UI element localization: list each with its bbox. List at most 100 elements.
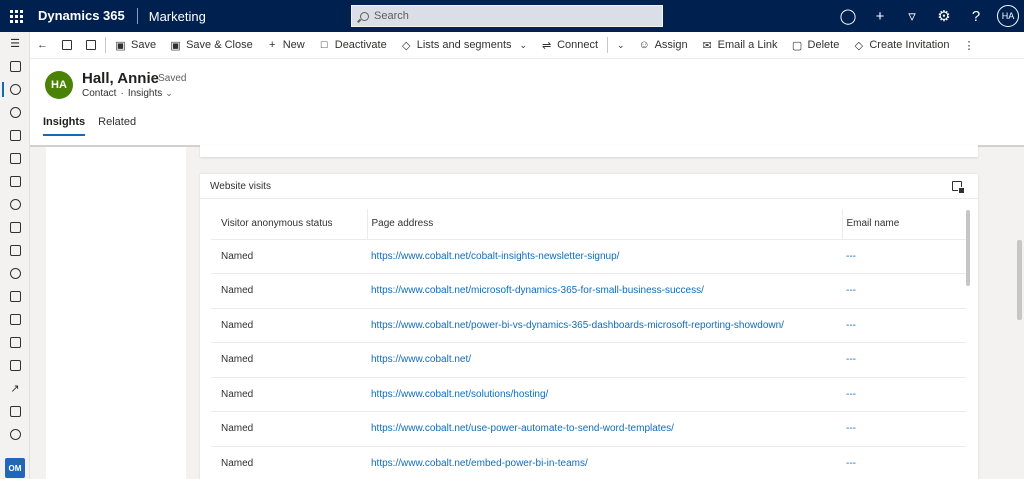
tag-icon[interactable] (0, 423, 30, 446)
cell-status: Named (211, 411, 367, 447)
search-icon (360, 11, 369, 21)
record-name: Hall, Annie (82, 70, 159, 87)
cell-email[interactable]: --- (842, 411, 966, 447)
save-close-button[interactable]: ▣ Save & Close (163, 32, 260, 59)
assign-button[interactable]: ☺ Assign (632, 32, 695, 59)
column-header-status[interactable]: Visitor anonymous status (211, 209, 367, 240)
cell-page-link[interactable]: https://www.cobalt.net/use-power-automat… (367, 411, 842, 447)
form-view-icon[interactable] (55, 32, 79, 59)
table-row[interactable]: Named https://www.cobalt.net/microsoft-d… (211, 273, 966, 309)
create-invitation-button[interactable]: ◇ Create Invitation (846, 32, 956, 59)
cell-email[interactable]: --- (842, 342, 966, 378)
cell-status: Named (211, 377, 367, 412)
plus-icon[interactable]: + (864, 0, 896, 32)
cell-email[interactable]: --- (842, 308, 966, 343)
chevron-down-icon: ⌄ (519, 39, 528, 50)
table-row[interactable]: Named https://www.cobalt.net/use-power-a… (211, 411, 966, 447)
connect-button[interactable]: ⇌ Connect (534, 32, 605, 59)
cell-email[interactable]: --- (842, 273, 966, 309)
record-meta: Contact · Insights ⌄ (82, 88, 173, 99)
website-visits-card: Website visits Visitor anonymous status … (200, 174, 978, 479)
tab-related[interactable]: Related (98, 116, 136, 136)
accounts-icon[interactable] (0, 101, 30, 124)
megaphone-icon[interactable] (0, 147, 30, 170)
form-selector[interactable]: Insights (128, 88, 162, 99)
plus-icon: + (269, 39, 276, 51)
cell-page-link[interactable]: https://www.cobalt.net/power-bi-vs-dynam… (367, 308, 842, 343)
cell-email[interactable]: --- (842, 239, 966, 274)
email-link-button[interactable]: ✉ Email a Link (695, 32, 785, 59)
page-scrollbar[interactable] (1017, 240, 1022, 320)
calendar-icon[interactable] (0, 216, 30, 239)
hamburger-icon[interactable]: ☰ (0, 32, 30, 55)
cell-email[interactable]: --- (842, 377, 966, 412)
tag-icon: ◇ (402, 39, 411, 52)
recent-icon[interactable] (0, 55, 30, 78)
gear-icon[interactable]: ⚙ (928, 0, 960, 32)
contacts-icon[interactable] (0, 78, 30, 101)
cell-page-link[interactable]: https://www.cobalt.net/solutions/hosting… (367, 377, 842, 412)
app-area: Marketing (148, 8, 206, 24)
table-scrollbar[interactable] (966, 210, 970, 286)
open-new-window-icon[interactable] (79, 32, 103, 59)
connect-icon: ⇌ (541, 39, 552, 52)
file-icon[interactable] (0, 400, 30, 423)
area-switcher-badge[interactable]: OM (5, 458, 25, 478)
mail-icon[interactable] (0, 170, 30, 193)
export-excel-icon[interactable] (952, 181, 965, 194)
user-avatar[interactable]: HA (997, 5, 1019, 27)
journey-icon[interactable] (0, 262, 30, 285)
search-placeholder: Search (374, 10, 409, 22)
entity-name: Contact (82, 88, 117, 99)
connect-more-button[interactable]: ⌄ (610, 32, 632, 59)
deactivate-icon: □ (320, 39, 328, 51)
app-launcher-icon[interactable] (0, 0, 32, 32)
table-row[interactable]: Named https://www.cobalt.net/solutions/h… (211, 377, 966, 412)
table-row[interactable]: Named https://www.cobalt.net/ --- (211, 342, 966, 378)
left-pane (46, 147, 186, 479)
chevron-down-icon: ⌄ (617, 39, 625, 50)
column-header-email[interactable]: Email name (841, 209, 966, 240)
top-bar: Dynamics 365 Marketing Search ◯ + ▿ ⚙ ? … (0, 0, 1024, 32)
table-row[interactable]: Named https://www.cobalt.net/embed-power… (211, 446, 966, 479)
back-icon[interactable]: ← (30, 32, 55, 59)
documents-icon[interactable] (0, 124, 30, 147)
cell-page-link[interactable]: https://www.cobalt.net/embed-power-bi-in… (367, 446, 842, 479)
column-header-page[interactable]: Page address (366, 209, 842, 240)
cell-page-link[interactable]: https://www.cobalt.net/microsoft-dynamic… (367, 273, 842, 309)
page-icon[interactable] (0, 308, 30, 331)
cell-email[interactable]: --- (842, 446, 966, 479)
cell-status: Named (211, 308, 367, 343)
delete-button[interactable]: ▢ Delete (785, 32, 847, 59)
previous-section-card (200, 145, 978, 157)
more-commands-icon[interactable]: ⋮ (956, 32, 981, 59)
cell-page-link[interactable]: https://www.cobalt.net/cobalt-insights-n… (367, 239, 842, 274)
stamp-icon[interactable] (0, 331, 30, 354)
template-icon[interactable] (0, 354, 30, 377)
table-row[interactable]: Named https://www.cobalt.net/cobalt-insi… (211, 239, 966, 274)
app-name[interactable]: Dynamics 365 (32, 8, 138, 24)
calendar-event-icon[interactable] (0, 239, 30, 262)
form-icon[interactable] (0, 285, 30, 308)
table-row[interactable]: Named https://www.cobalt.net/power-bi-vs… (211, 308, 966, 343)
save-icon: ▣ (115, 39, 126, 52)
left-navigation: ☰ ↗ OM (0, 32, 30, 479)
command-bar: ← ▣ Save ▣ Save & Close + New □ Deactivate ◇… (30, 32, 1024, 59)
search-input[interactable]: Search (351, 5, 663, 27)
record-header: HA Hall, Annie - Saved Contact · Insights ⌄… (30, 59, 1024, 145)
lightbulb-icon[interactable]: ◯ (832, 0, 864, 32)
chevron-down-icon[interactable]: ⌄ (165, 88, 173, 98)
new-button[interactable]: + New (260, 32, 312, 59)
save-button[interactable]: ▣ Save (108, 32, 163, 59)
smiley-icon[interactable] (0, 193, 30, 216)
website-visits-table: Visitor anonymous status Page address Em… (211, 209, 966, 479)
lists-segments-button[interactable]: ◇ Lists and segments ⌄ (394, 32, 534, 59)
filter-icon[interactable]: ▿ (896, 0, 928, 32)
cell-page-link[interactable]: https://www.cobalt.net/ (367, 342, 842, 378)
help-icon[interactable]: ? (960, 0, 992, 32)
tab-insights[interactable]: Insights (43, 116, 86, 136)
invitation-icon: ◇ (854, 39, 864, 52)
redirect-icon[interactable]: ↗ (0, 377, 30, 400)
save-status: - Saved (152, 73, 187, 84)
deactivate-button[interactable]: □ Deactivate (312, 32, 394, 59)
